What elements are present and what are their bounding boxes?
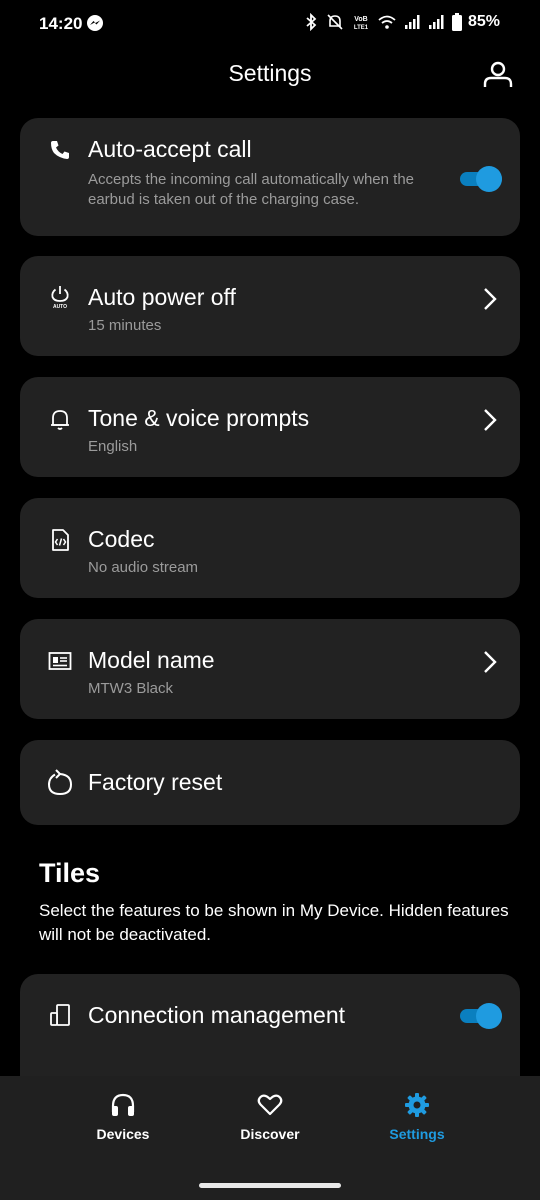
account-icon[interactable] [482,58,514,90]
volte-icon: VoB LTE1 [354,16,369,31]
chevron-right-icon [484,651,497,673]
bell-icon [51,410,69,430]
nav-label: Discover [240,1126,300,1142]
setting-label: Factory reset [88,769,223,795]
tiles-heading: Tiles [39,858,101,888]
setting-value: No audio stream [88,559,199,576]
status-time: 14:20 [39,14,83,33]
factory-reset-card[interactable]: Factory reset [20,740,520,825]
connection-management-toggle[interactable] [460,1002,502,1029]
power-auto-icon: AUTO [51,286,69,308]
chevron-right-icon [484,409,497,431]
bottom-nav: Devices Discover Settings [0,1076,540,1200]
devices-icon [50,1004,70,1026]
page-title: Settings [228,60,312,86]
svg-text:LTE1: LTE1 [354,25,369,31]
tone-voice-prompts-card[interactable]: Tone & voice prompts English [20,377,520,477]
id-card-icon [48,652,72,670]
mute-bell-icon [327,14,343,30]
battery-icon [451,13,462,31]
setting-label: Tone & voice prompts [88,405,310,431]
status-icons: VoB LTE1 85% [304,13,500,31]
wifi-icon [378,15,396,29]
battery-percent: 85% [467,13,500,30]
reset-icon [47,769,73,796]
setting-label: Auto power off [88,284,236,310]
nav-settings[interactable]: Settings [347,1092,487,1142]
code-file-icon [52,529,69,551]
nav-discover[interactable]: Discover [200,1092,340,1142]
app-header: Settings [0,48,540,100]
signal-icon [428,15,444,29]
home-indicator[interactable] [199,1183,341,1188]
setting-label: Codec [88,526,155,552]
chevron-right-icon [484,288,497,310]
setting-value: MTW3 Black [88,680,174,697]
setting-description: Accepts the incoming call automatically … [88,171,415,208]
tile-label: Connection management [88,1002,345,1028]
messenger-icon [87,15,103,31]
headphones-icon [111,1093,135,1116]
auto-accept-call-toggle[interactable] [460,165,502,192]
nav-devices[interactable]: Devices [53,1092,193,1142]
setting-label: Model name [88,647,215,673]
svg-text:VoB: VoB [354,16,367,23]
gear-icon [405,1093,429,1117]
nav-label: Settings [389,1126,445,1142]
status-bar: 14:20 VoB LTE1 85% [0,0,540,48]
svg-text:AUTO: AUTO [53,304,67,308]
tiles-description: Select the features to be shown in My De… [39,901,509,944]
auto-power-off-card[interactable]: AUTO Auto power off 15 minutes [20,256,520,356]
setting-value: English [88,438,138,455]
phone-icon [51,141,69,159]
signal-icon [404,15,420,29]
codec-card[interactable]: Codec No audio stream [20,498,520,598]
setting-value: 15 minutes [88,317,162,334]
bluetooth-icon [306,13,317,31]
heart-icon [257,1094,283,1116]
nav-label: Devices [96,1126,150,1142]
setting-label: Auto-accept call [88,136,252,162]
auto-accept-call-card[interactable]: Auto-accept call Accepts the incoming ca… [20,118,520,236]
model-name-card[interactable]: Model name MTW3 Black [20,619,520,719]
